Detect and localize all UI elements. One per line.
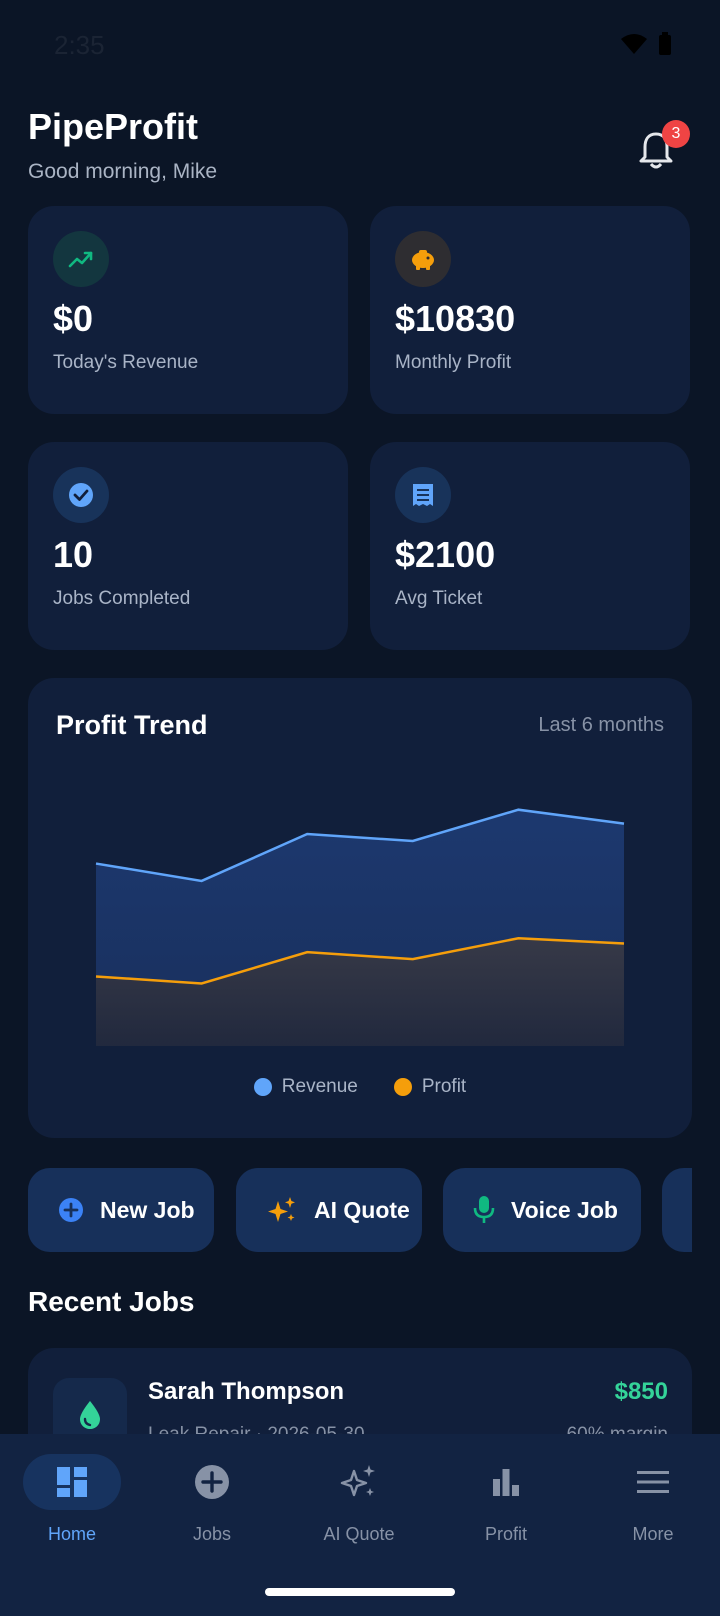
trending-up-icon [53,231,109,287]
wifi-icon [621,34,647,54]
nav-pill [23,1454,121,1510]
stat-card-jobs-completed[interactable]: 10 Jobs Completed [28,442,348,650]
new-job-button[interactable]: New Job [28,1168,214,1252]
recent-jobs-title: Recent Jobs [28,1286,195,1317]
stat-value: 10 [53,534,94,575]
plus-circle-icon [195,1465,229,1499]
status-bar: 2:35 [0,0,720,92]
legend-dot [253,1078,272,1096]
profit-trend-card: Profit Trend Last 6 months Revenue Profi… [28,678,692,1138]
home-indicator [265,1588,455,1596]
quick-actions: New Job AI Quote Voice Job [28,1168,692,1252]
stat-label: Monthly Profit [395,352,512,373]
ai-quote-button[interactable]: AI Quote [236,1168,422,1252]
bar-chart-icon [493,1469,519,1496]
header: PipeProfit Good morning, Mike 3 [28,104,692,194]
legend-label: Profit [421,1076,467,1097]
sparkles-icon [268,1197,295,1222]
stat-value: $2100 [395,534,496,575]
nav-item-ai-quote[interactable]: AI Quote [287,1454,431,1564]
app-title: PipeProfit [28,106,199,147]
nav-pill [310,1454,408,1510]
sparkles-icon [340,1465,375,1497]
stat-label: Today's Revenue [53,352,199,373]
action-label: New Job [100,1196,195,1223]
greeting: Good morning, Mike [28,160,218,183]
legend-dot [393,1078,412,1096]
nav-pill [604,1454,702,1510]
status-time: 2:35 [54,30,105,60]
stat-value: $10830 [395,298,516,339]
menu-icon [637,1471,669,1493]
nav-item-profit[interactable]: Profit [434,1454,578,1564]
job-customer-name: Sarah Thompson [148,1378,345,1405]
dashboard-icon [57,1467,87,1497]
battery-icon [659,32,671,55]
stat-card-monthly-profit[interactable]: $10830 Monthly Profit [370,206,690,414]
notification-badge: 3 [662,120,690,148]
plus-circle-icon [59,1198,83,1222]
nav-label: Profit [484,1524,527,1544]
profit-trend-chart [95,808,625,1046]
nav-pill [163,1454,261,1510]
nav-label: Home [47,1524,96,1544]
notifications-button[interactable]: 3 [638,120,690,174]
check-circle-icon [53,467,109,523]
stat-card-todays-revenue[interactable]: $0 Today's Revenue [28,206,348,414]
stat-card-avg-ticket[interactable]: $2100 Avg Ticket [370,442,690,650]
legend-item-revenue: Revenue [253,1076,358,1098]
legend-label: Revenue [281,1076,358,1097]
action-label: Voice Job [511,1196,618,1223]
stat-value: $0 [53,298,94,339]
nav-label: Jobs [192,1524,232,1544]
nav-item-jobs[interactable]: Jobs [140,1454,284,1564]
more-actions-button[interactable] [662,1168,692,1252]
receipt-icon [395,467,451,523]
nav-item-more[interactable]: More [581,1454,720,1564]
voice-job-button[interactable]: Voice Job [443,1168,641,1252]
nav-pill [457,1454,555,1510]
status-icons [620,32,672,56]
nav-label: AI Quote [323,1524,395,1544]
piggy-bank-icon [395,231,451,287]
nav-label: More [632,1524,674,1544]
legend-item-profit: Profit [393,1076,467,1098]
nav-item-home[interactable]: Home [0,1454,144,1564]
microphone-icon [473,1196,495,1223]
job-amount: $850 [614,1378,668,1405]
action-label: AI Quote [314,1196,410,1223]
stat-label: Avg Ticket [395,588,483,609]
stat-label: Jobs Completed [53,588,191,609]
chart-legend: Revenue Profit [28,1076,692,1098]
